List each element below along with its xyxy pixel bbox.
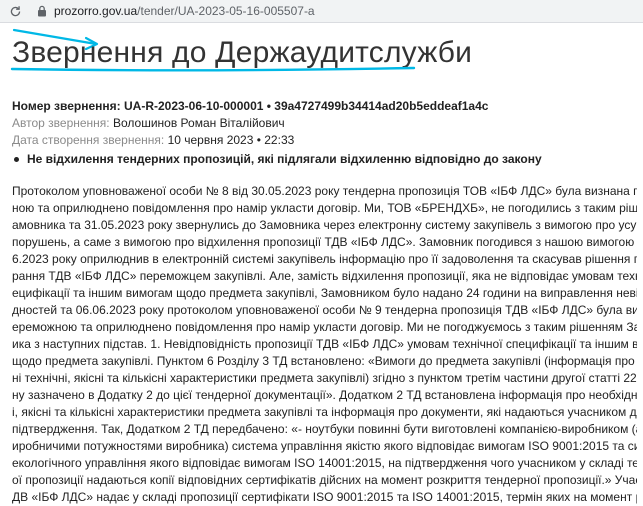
- url-path: /tender/UA-2023-05-16-005507-a: [137, 4, 315, 18]
- complaint-subject: Не відхилення тендерних пропозицій, які …: [14, 152, 542, 166]
- body-line: дностей та 06.06.2023 року протоколом уп…: [12, 303, 637, 317]
- body-line: ої пропозиції надаються копії відповідни…: [12, 473, 637, 487]
- complaint-date-label: Дата створення звернення:: [12, 133, 165, 147]
- body-line: екологічного управління якого відповідає…: [12, 456, 637, 470]
- complaint-author-value: Волошинов Роман Віталійович: [112, 116, 285, 130]
- body-line: ною та оприлюднено повідомлення про намі…: [12, 201, 637, 215]
- body-line: иробничими потужностями виробника) систе…: [12, 439, 637, 453]
- complaint-date-value: 10 червня 2023 • 22:33: [167, 133, 295, 147]
- body-line: рання ТДВ «ІБФ ЛДС» переможцем закупівлі…: [12, 269, 637, 283]
- body-line: і, якісні та кількісні характеристики пр…: [12, 405, 637, 419]
- body-line: 6.2023 року оприлюднив в електронній сис…: [12, 252, 637, 266]
- complaint-body: Протоколом уповноваженої особи № 8 від 3…: [12, 183, 637, 506]
- reload-icon[interactable]: [8, 4, 22, 18]
- complaint-author-row: Автор звернення: Волошинов Роман Віталій…: [12, 115, 488, 132]
- body-line: ика з наступних підстав. 1. Невідповідні…: [12, 337, 637, 351]
- body-line: порушень, а саме з вимогою про відхиленн…: [12, 235, 637, 249]
- complaint-meta: Номер звернення: UA-R-2023-06-10-000001 …: [12, 98, 488, 149]
- complaint-date-row: Дата створення звернення: 10 червня 2023…: [12, 132, 488, 149]
- url-text[interactable]: prozorro.gov.ua/tender/UA-2023-05-16-005…: [54, 4, 315, 18]
- body-line: Протоколом уповноваженої особи № 8 від 3…: [12, 184, 637, 198]
- complaint-number-label: Номер звернення:: [12, 99, 121, 113]
- complaint-number-row: Номер звернення: UA-R-2023-06-10-000001 …: [12, 98, 488, 115]
- url-host: prozorro.gov.ua: [54, 4, 138, 18]
- body-line: ДВ «ІБФ ЛДС» надає у складі пропозиції с…: [12, 490, 637, 504]
- body-line: ну зазначено в Додатку 2 до цієї тендерн…: [12, 388, 637, 402]
- body-line: ецифікації та іншим вимогам щодо предмет…: [12, 286, 637, 300]
- body-line: щодо предмета закупівлі. Пунктом 6 Розді…: [12, 354, 637, 368]
- complaint-author-label: Автор звернення:: [12, 116, 110, 130]
- page-title: Звернення до Держаудитслужби: [12, 36, 473, 69]
- bullet-icon: [14, 156, 19, 162]
- body-line: ні технічні, якісні та кількісні характе…: [12, 371, 637, 385]
- body-line: ереможною та оприлюднено повідомлення пр…: [12, 320, 637, 334]
- browser-address-bar[interactable]: prozorro.gov.ua/tender/UA-2023-05-16-005…: [0, 0, 643, 23]
- body-line: підтвердження. Так, Додатком 2 ТД передб…: [12, 422, 637, 436]
- body-line: амовника та 31.05.2023 року звернулись д…: [12, 218, 637, 232]
- lock-icon: [36, 5, 48, 17]
- complaint-subject-text: Не відхилення тендерних пропозицій, які …: [27, 152, 542, 166]
- complaint-number-value: UA-R-2023-06-10-000001 • 39a4727499b3441…: [124, 99, 489, 113]
